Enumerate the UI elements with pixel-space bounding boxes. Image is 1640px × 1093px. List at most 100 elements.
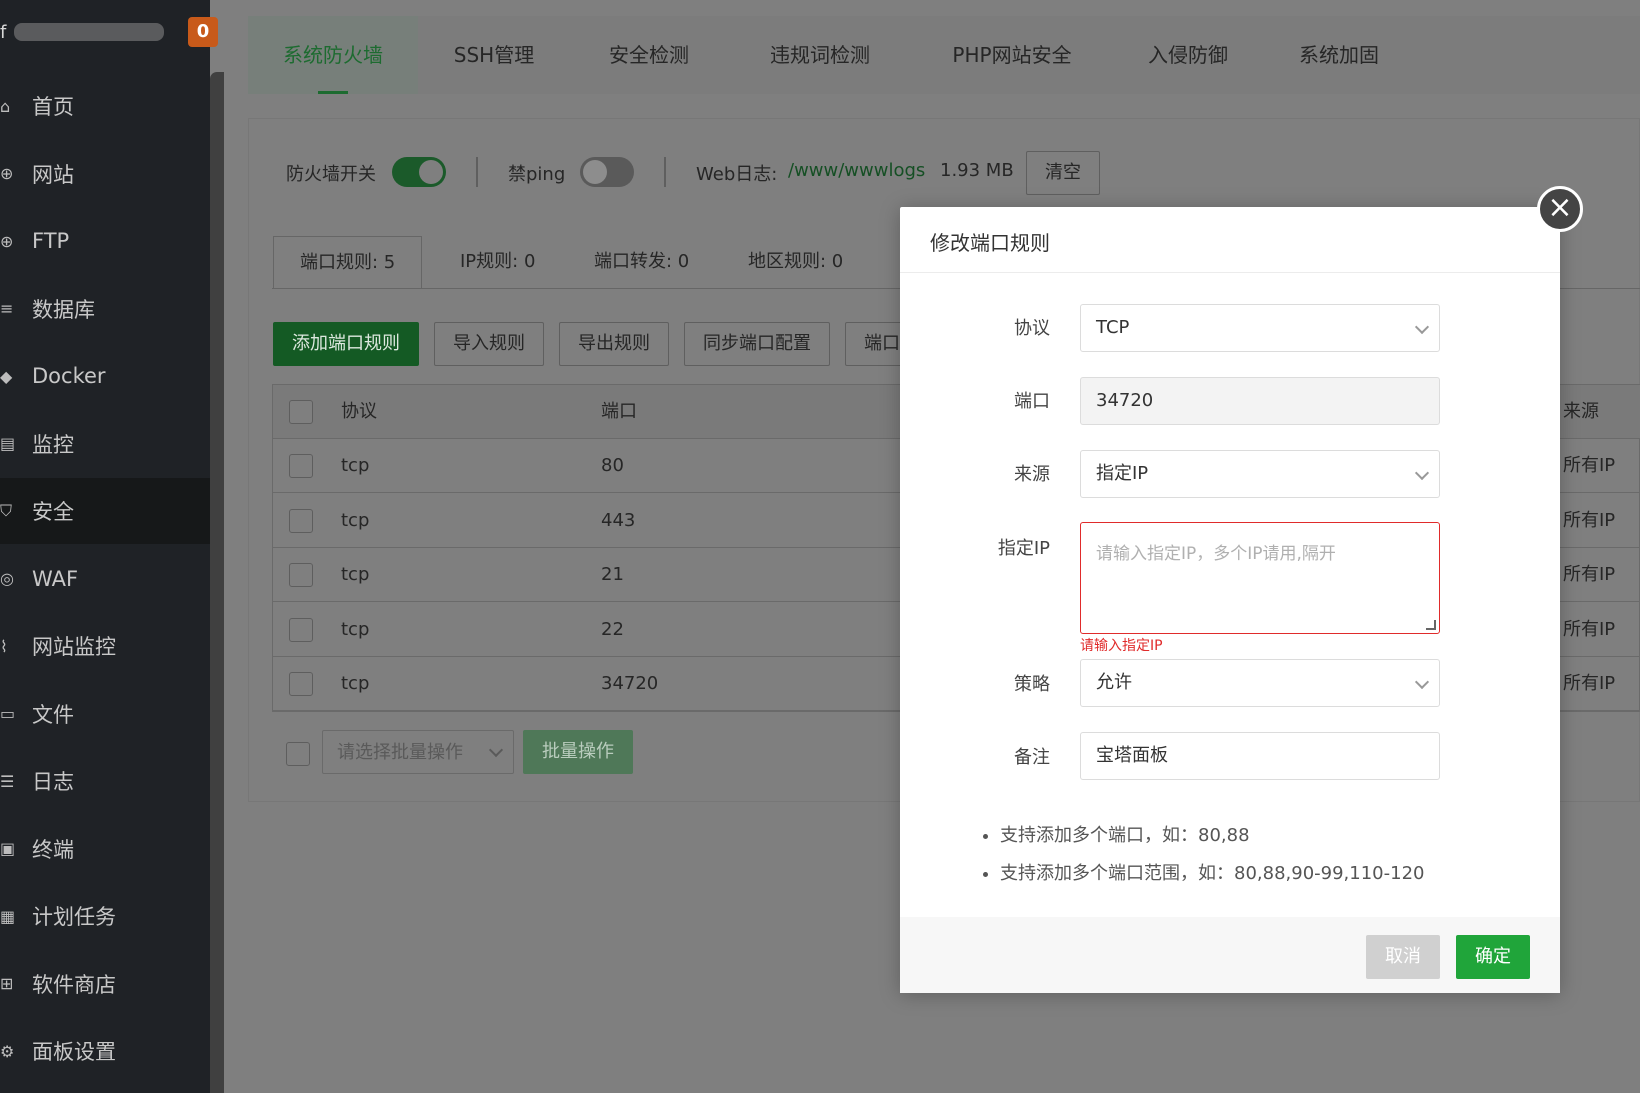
- sidebar-item[interactable]: ▦ 计划任务: [0, 883, 210, 949]
- chevron-down-icon: [1414, 674, 1430, 690]
- sidebar-item[interactable]: ⌇ 网站监控: [0, 613, 210, 679]
- sidebar-item[interactable]: ◎ WAF: [0, 546, 210, 612]
- sidebar-item-label: Docker: [32, 364, 106, 388]
- row-checkbox[interactable]: [289, 672, 313, 696]
- remark-label: 备注: [1014, 747, 1050, 768]
- row-checkbox[interactable]: [289, 508, 313, 533]
- select-all-checkbox[interactable]: [289, 400, 313, 424]
- gear-icon: ⚙: [0, 1041, 15, 1061]
- top-tab[interactable]: 系统加固: [1264, 16, 1414, 94]
- row-checkbox[interactable]: [289, 454, 313, 478]
- tip-item: 支持添加多个端口，如：80,88: [1000, 821, 1424, 847]
- active-tab-underline: [318, 91, 348, 94]
- rule-subtab[interactable]: IP规则: 0: [460, 236, 535, 288]
- apps-icon: ⊞: [0, 974, 14, 993]
- sidebar-item[interactable]: ⚙ 面板设置: [0, 1018, 210, 1084]
- policy-select[interactable]: 允许: [1080, 659, 1440, 707]
- protocol-label: 协议: [1014, 318, 1050, 339]
- remark-input[interactable]: 宝塔面板: [1080, 732, 1440, 780]
- sidebar-item[interactable]: ⛉ 安全: [0, 478, 210, 544]
- confirm-button[interactable]: 确定: [1456, 935, 1530, 979]
- header-source: 来源: [1563, 401, 1599, 422]
- chevron-down-icon: [1414, 319, 1430, 335]
- sidebar-item[interactable]: ⊕ FTP: [0, 208, 210, 274]
- sidebar-item[interactable]: ⊕ 网站: [0, 141, 210, 207]
- top-tab[interactable]: 入侵防御: [1112, 16, 1264, 94]
- sidebar-item[interactable]: ▭ 文件: [0, 681, 210, 747]
- sidebar-scrollbar[interactable]: [210, 72, 224, 1093]
- sidebar-item-label: 软件商店: [32, 972, 116, 997]
- top-tab[interactable]: PHP网站安全: [912, 16, 1112, 94]
- specified-ip-label: 指定IP: [997, 538, 1050, 559]
- sidebar-item[interactable]: ⌂ 首页: [0, 73, 210, 139]
- weblog-label: Web日志:: [696, 164, 778, 185]
- specified-ip-placeholder: 请输入指定IP，多个IP请用,隔开: [1096, 544, 1336, 564]
- tips-list: 支持添加多个端口，如：80,88 支持添加多个端口范围，如：80,88,90-9…: [1000, 821, 1424, 897]
- modal-header: 修改端口规则: [900, 207, 1560, 273]
- folder-icon: ▭: [0, 704, 16, 723]
- ping-label: 禁ping: [508, 164, 566, 185]
- top-tab[interactable]: 系统防火墙: [248, 16, 418, 94]
- source-value: 指定IP: [1096, 463, 1149, 484]
- cancel-button[interactable]: 取消: [1366, 935, 1440, 979]
- batch-operation-button[interactable]: 批量操作: [523, 730, 633, 774]
- sidebar-item[interactable]: ☰ 日志: [0, 748, 210, 814]
- export-rules-button[interactable]: 导出规则: [559, 322, 669, 366]
- header-protocol: 协议: [341, 401, 377, 422]
- specified-ip-textarea[interactable]: 请输入指定IP，多个IP请用,隔开: [1080, 522, 1440, 634]
- close-icon[interactable]: ×: [1537, 186, 1583, 232]
- weblog-path-link[interactable]: /www/wwwlogs: [788, 160, 925, 181]
- sidebar-item[interactable]: ≡ 数据库: [0, 276, 210, 342]
- sidebar-item[interactable]: ⊞ 软件商店: [0, 951, 210, 1017]
- cell-protocol: tcp: [341, 618, 370, 640]
- divider: [476, 157, 478, 187]
- monitor-icon: ▤: [0, 434, 16, 453]
- resize-handle-icon[interactable]: [1426, 620, 1436, 630]
- row-checkbox[interactable]: [289, 617, 313, 642]
- notification-badge[interactable]: 0: [188, 17, 218, 47]
- firewall-toggle[interactable]: [392, 157, 446, 187]
- rule-subtab[interactable]: 地区规则: 0: [748, 236, 843, 288]
- port-value: 34720: [1096, 390, 1154, 411]
- cell-protocol: tcp: [341, 673, 370, 694]
- firewall-switch-label: 防火墙开关: [286, 164, 376, 185]
- sidebar-item[interactable]: ◆ Docker: [0, 343, 210, 409]
- batch-select-checkbox[interactable]: [286, 742, 310, 766]
- top-tab[interactable]: SSH管理: [418, 16, 570, 94]
- sidebar-item-label: 监控: [32, 432, 74, 457]
- row-checkbox[interactable]: [289, 563, 313, 587]
- sidebar-item[interactable]: ▤ 监控: [0, 411, 210, 477]
- sidebar-item-label: 日志: [32, 770, 74, 794]
- sidebar: f 0 ⌂ 首页 ⊕ 网站 ⊕ FTP ≡ 数据库 ◆ Docker ▤ 监控 ⛉ 安全 ◎ WAF ⌇ 网站监控…: [0, 0, 218, 1093]
- add-port-rule-button[interactable]: 添加端口规则: [273, 322, 419, 366]
- port-more-button[interactable]: 端口: [845, 322, 905, 366]
- rule-subtab[interactable]: 端口转发: 0: [594, 236, 689, 288]
- protocol-select[interactable]: TCP: [1080, 304, 1440, 352]
- chart-icon: ⌇: [0, 636, 8, 656]
- clear-log-button[interactable]: 清空: [1026, 151, 1100, 195]
- sidebar-title-char: f: [0, 22, 7, 43]
- header-port: 端口: [601, 401, 637, 422]
- ping-toggle[interactable]: [580, 157, 634, 187]
- cell-port: 443: [601, 509, 636, 531]
- policy-value: 允许: [1096, 672, 1132, 693]
- waf-icon: ◎: [0, 569, 14, 588]
- import-rules-button[interactable]: 导入规则: [434, 322, 544, 366]
- ip-error-message: 请输入指定IP: [1080, 638, 1163, 654]
- top-tab[interactable]: 违规词检测: [728, 16, 912, 94]
- cell-protocol: tcp: [341, 455, 370, 476]
- modal-title: 修改端口规则: [930, 231, 1050, 255]
- sync-port-config-button[interactable]: 同步端口配置: [684, 322, 830, 366]
- sidebar-item[interactable]: ▣ 终端: [0, 816, 210, 882]
- policy-label: 策略: [1014, 674, 1050, 695]
- source-select[interactable]: 指定IP: [1080, 450, 1440, 498]
- batch-operation-select[interactable]: 请选择批量操作: [322, 730, 514, 774]
- chevron-down-icon: [488, 742, 504, 758]
- sidebar-item-label: 首页: [32, 95, 74, 119]
- top-tab[interactable]: 安全检测: [570, 16, 728, 94]
- sidebar-item-label: 网站监控: [32, 635, 116, 659]
- cell-source: 所有IP: [1563, 509, 1616, 531]
- port-input[interactable]: 34720: [1080, 377, 1440, 425]
- sidebar-item-label: 数据库: [32, 297, 95, 322]
- rule-subtab[interactable]: 端口规则: 5: [273, 236, 423, 288]
